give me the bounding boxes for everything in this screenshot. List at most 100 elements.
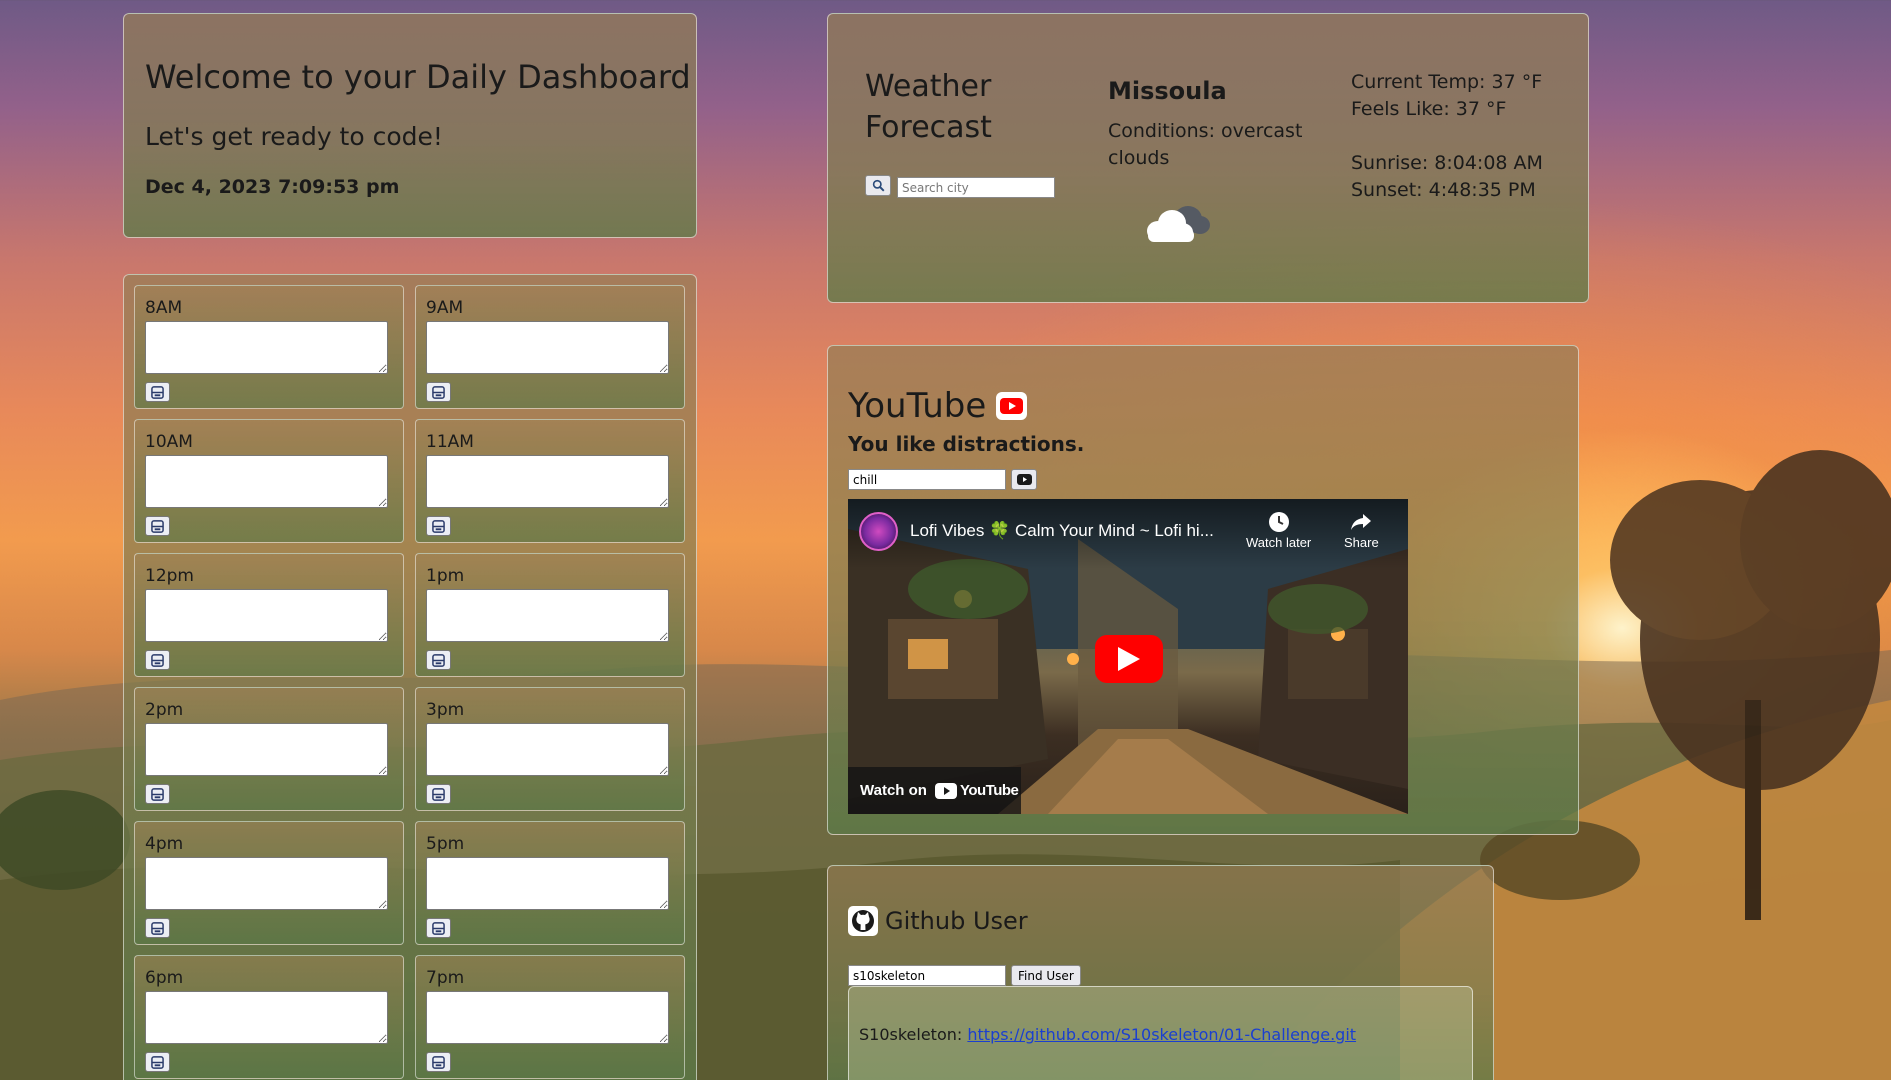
save-button[interactable] [426,918,451,938]
save-button[interactable] [426,784,451,804]
share-button[interactable]: Share [1344,511,1379,550]
weather-title: Weather Forecast [865,69,992,145]
save-icon [151,1055,164,1069]
planner-slot-label: 11AM [426,432,474,452]
planner-slot: 9AM [415,285,685,409]
save-icon [151,921,164,935]
weather-conditions: Conditions: overcast clouds [1108,120,1303,169]
planner-slot-textarea[interactable] [145,723,388,776]
save-button[interactable] [145,516,170,536]
planner-slot: 2pm [134,687,404,811]
planner-slot-label: 8AM [145,298,183,318]
youtube-search-input[interactable] [848,469,1006,490]
youtube-video-embed[interactable]: Lofi Vibes 🍀 Calm Your Mind ~ Lofi hi...… [848,499,1408,814]
save-button[interactable] [426,516,451,536]
github-repo-row: S10skeleton: https://github.com/S10skele… [859,1025,1356,1044]
planner-slot-label: 6pm [145,968,184,988]
github-title: Github User [885,907,1028,935]
planner-slot: 1pm [415,553,685,677]
save-icon [432,1055,445,1069]
planner-slot: 3pm [415,687,685,811]
youtube-logo-icon [934,782,957,799]
planner-slot-textarea[interactable] [426,589,669,642]
city-search-input[interactable] [897,177,1055,198]
save-button[interactable] [145,382,170,402]
share-label: Share [1344,535,1379,550]
save-button[interactable] [145,1052,170,1072]
weather-panel: Weather Forecast Missoula Conditions: ov… [827,13,1589,303]
save-button[interactable] [426,1052,451,1072]
youtube-wordmark: YouTube [934,782,1019,799]
planner-slot-label: 2pm [145,700,184,720]
planner-slot-textarea[interactable] [145,857,388,910]
planner-slot-textarea[interactable] [145,991,388,1044]
welcome-panel: Welcome to your Daily Dashboard Let's ge… [123,13,697,238]
channel-avatar[interactable] [859,512,898,551]
save-icon [432,921,445,935]
github-panel: Github User Find User S10skeleton: https… [827,865,1494,1080]
youtube-search-button[interactable] [1011,469,1037,490]
youtube-subtitle: You like distractions. [848,432,1085,456]
cloud-icon [1147,206,1210,242]
planner-slot-textarea[interactable] [426,991,669,1044]
page-subtitle: Let's get ready to code! [145,122,443,151]
save-icon [151,787,164,801]
save-button[interactable] [426,382,451,402]
save-icon [432,519,445,533]
current-datetime: Dec 4, 2023 7:09:53 pm [145,176,400,198]
sunset-time: Sunset: 4:48:35 PM [1351,179,1536,201]
planner-slot-textarea[interactable] [145,589,388,642]
planner-slot-textarea[interactable] [145,455,388,508]
save-button[interactable] [145,918,170,938]
planner-slot-label: 12pm [145,566,194,586]
youtube-brand-text: YouTube [959,782,1019,799]
github-repo-link[interactable]: https://github.com/S10skeleton/01-Challe… [967,1025,1356,1044]
youtube-panel: YouTube You like distractions. chill Lof… [827,345,1579,835]
github-icon [848,906,878,936]
page-title: Welcome to your Daily Dashboard [145,58,691,96]
github-heading: Github User [848,906,1028,936]
play-button[interactable] [1095,635,1163,683]
youtube-heading: YouTube [848,386,1028,426]
planner-slot-label: 4pm [145,834,184,854]
planner-slot-label: 1pm [426,566,465,586]
save-button[interactable] [145,650,170,670]
planner-slot-textarea[interactable] [426,857,669,910]
save-button[interactable] [145,784,170,804]
planner-slot: 12pm [134,553,404,677]
github-username-input[interactable] [848,965,1006,986]
planner-slot: 7pm [415,955,685,1079]
planner-slot-textarea[interactable] [426,321,669,374]
planner-slot: 8AM [134,285,404,409]
planner-slot-textarea[interactable] [426,723,669,776]
planner-slot-textarea[interactable] [145,321,388,374]
planner-slot: 6pm [134,955,404,1079]
github-repo-owner: S10skeleton: [859,1025,963,1044]
planner-slot-textarea[interactable] [426,455,669,508]
video-title[interactable]: Lofi Vibes 🍀 Calm Your Mind ~ Lofi hi... [910,521,1214,541]
watch-on-youtube-link[interactable]: Watch on YouTube [848,767,1021,814]
save-icon [151,519,164,533]
planner-slot: 4pm [134,821,404,945]
planner-slot-label: 7pm [426,968,465,988]
weather-city: Missoula [1108,77,1227,105]
current-temp: Current Temp: 37 °F [1351,71,1543,93]
watch-later-button[interactable]: Watch later [1246,511,1311,550]
save-icon [432,787,445,801]
youtube-title: YouTube [848,386,987,426]
find-user-button[interactable]: Find User [1011,965,1081,986]
hourly-planner: 8AM 9AM 10AM 11AM 12pm 1pm 2pm 3pm 4pm 5pm 6pm 7pm [123,274,697,1080]
planner-slot-label: 3pm [426,700,465,720]
weather-search-button[interactable] [865,175,891,196]
clock-icon [1268,512,1289,532]
planner-slot: 11AM [415,419,685,543]
watch-on-label: Watch on [860,782,927,799]
save-button[interactable] [426,650,451,670]
youtube-icon [1016,474,1032,485]
planner-slot-label: 10AM [145,432,193,452]
planner-slot: 10AM [134,419,404,543]
save-icon [151,385,164,399]
feels-like: Feels Like: 37 °F [1351,98,1507,120]
save-icon [432,653,445,667]
save-icon [151,653,164,667]
